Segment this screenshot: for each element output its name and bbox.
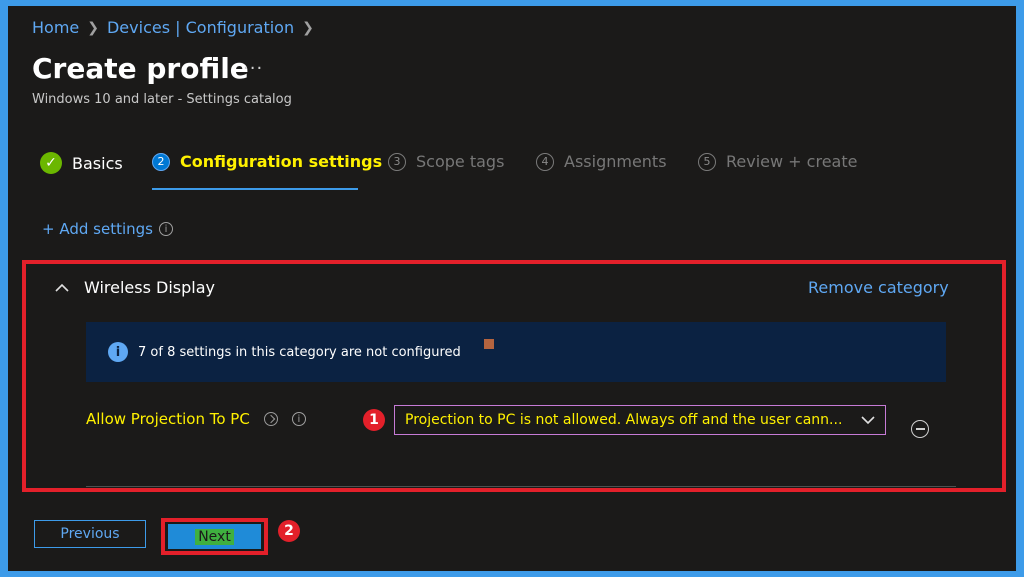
chevron-down-icon: [861, 416, 875, 425]
banner-text: 7 of 8 settings in this category are not…: [138, 344, 461, 360]
next-button-label: Next: [195, 528, 234, 545]
tab-label: Assignments: [564, 152, 667, 171]
category-title: Wireless Display: [84, 278, 216, 297]
tab-label: Basics: [72, 153, 123, 173]
previous-button[interactable]: Previous: [34, 520, 146, 548]
breadcrumb-devices-configuration[interactable]: Devices | Configuration: [107, 18, 294, 37]
page-title: Create profile: [32, 52, 249, 85]
sync-icon[interactable]: [263, 412, 278, 426]
remove-category-link[interactable]: Remove category: [808, 278, 949, 297]
active-tab-indicator: [152, 188, 358, 190]
dropdown-value: Projection to PC is not allowed. Always …: [405, 412, 843, 428]
tab-assignments[interactable]: 4 Assignments: [536, 152, 667, 171]
projection-dropdown[interactable]: Projection to PC is not allowed. Always …: [394, 405, 886, 435]
more-options-button[interactable]: ···: [243, 58, 263, 79]
info-icon[interactable]: i: [158, 222, 173, 236]
step-number: 4: [536, 152, 554, 171]
add-settings-label: + Add settings: [42, 220, 153, 238]
add-settings-link[interactable]: + Add settings i: [42, 220, 173, 238]
tab-label: Review + create: [726, 152, 858, 171]
info-banner: i 7 of 8 settings in this category are n…: [86, 322, 946, 382]
tab-label: Configuration settings: [180, 152, 383, 171]
info-icon: i: [108, 342, 128, 362]
page-subtitle: Windows 10 and later - Settings catalog: [32, 92, 292, 107]
setting-row: Allow Projection To PC i: [86, 410, 306, 428]
info-icon[interactable]: i: [291, 412, 306, 426]
decorative-mark: [484, 339, 494, 349]
breadcrumb: Home ❯ Devices | Configuration ❯: [32, 18, 314, 37]
chevron-up-icon[interactable]: [54, 280, 70, 296]
divider: [86, 486, 956, 487]
setting-label: Allow Projection To PC: [86, 410, 250, 428]
category-header[interactable]: Wireless Display: [54, 278, 215, 297]
breadcrumb-home[interactable]: Home: [32, 18, 79, 37]
checkmark-icon: ✓: [40, 152, 62, 174]
step-number: 3: [388, 152, 406, 171]
tab-scope-tags[interactable]: 3 Scope tags: [388, 152, 504, 171]
chevron-right-icon: ❯: [302, 19, 314, 36]
tab-review-create[interactable]: 5 Review + create: [698, 152, 857, 171]
tab-label: Scope tags: [416, 152, 505, 171]
tab-basics[interactable]: ✓ Basics: [40, 152, 123, 174]
app-frame: Home ❯ Devices | Configuration ❯ Create …: [8, 6, 1016, 571]
tab-configuration-settings[interactable]: 2 Configuration settings: [152, 152, 382, 171]
chevron-right-icon: ❯: [87, 19, 99, 36]
annotation-badge-2: 2: [278, 520, 300, 542]
step-number: 5: [698, 152, 716, 171]
annotation-badge-1: 1: [363, 409, 385, 431]
next-button[interactable]: Next: [168, 524, 261, 549]
remove-setting-icon[interactable]: [911, 420, 929, 438]
step-number: 2: [152, 152, 170, 171]
